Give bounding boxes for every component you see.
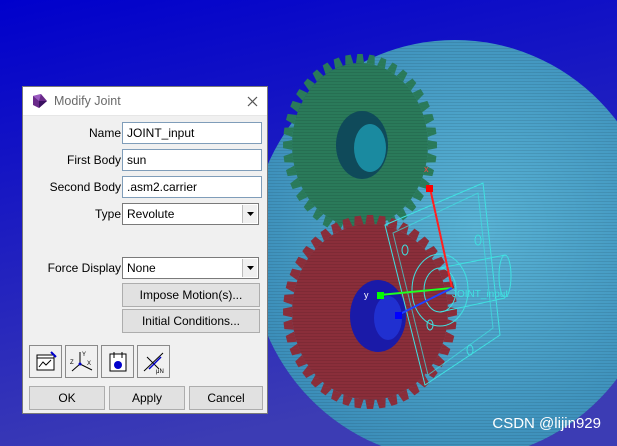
second-body-field[interactable] (122, 176, 262, 198)
type-row: Type Revolute (23, 203, 269, 225)
impose-motion-button[interactable]: Impose Motion(s)... (122, 283, 260, 307)
first-body-row: First Body (23, 149, 269, 171)
cancel-button[interactable]: Cancel (189, 386, 263, 410)
close-icon (247, 96, 257, 106)
coordinate-axes-icon: Y Z X (70, 351, 92, 371)
gear-tooth (355, 54, 365, 64)
dialog-title: Modify Joint (54, 94, 121, 108)
apply-button[interactable]: Apply (109, 386, 185, 410)
type-select-arrow[interactable] (242, 205, 257, 223)
friction-icon: μN (143, 352, 164, 375)
dialog-titlebar[interactable]: Modify Joint (23, 87, 267, 116)
force-display-value: None (127, 261, 156, 275)
upper-gear (283, 54, 437, 236)
gear-tooth (365, 215, 375, 225)
gear-tooth (365, 399, 375, 409)
ok-button[interactable]: OK (29, 386, 105, 410)
type-select-value: Revolute (127, 207, 175, 221)
name-row: Name (23, 122, 269, 144)
x-axis-label: x (424, 164, 429, 174)
type-label: Type (94, 207, 121, 221)
force-display-arrow[interactable] (242, 259, 257, 277)
chevron-down-icon (246, 266, 254, 270)
chevron-down-icon (246, 212, 254, 216)
app-logo-icon (33, 94, 47, 108)
force-display-label: Force Display (47, 261, 121, 275)
first-body-field[interactable] (122, 149, 262, 171)
force-display-row: Force Display None (23, 257, 269, 279)
first-body-label: First Body (66, 153, 121, 167)
coordinate-axes-button[interactable]: Y Z X (65, 345, 98, 378)
gear-tooth (427, 140, 437, 150)
modify-joint-dialog: Modify Joint Name First Body Second Body… (22, 86, 268, 414)
gear-tooth (283, 140, 293, 150)
joint-label: JOINT_input (452, 289, 508, 300)
svg-text:μN: μN (156, 369, 164, 375)
measure-icon (36, 350, 57, 370)
actuator-icon (109, 351, 126, 371)
watermark: CSDN @lijin929 (492, 415, 601, 432)
svg-text:Y: Y (82, 352, 86, 358)
friction-button[interactable]: μN (137, 345, 170, 378)
second-body-label: Second Body (49, 180, 121, 194)
svg-text:Z: Z (70, 360, 74, 366)
close-button[interactable] (243, 92, 261, 110)
force-display-select[interactable]: None (122, 257, 259, 279)
second-body-row: Second Body (23, 176, 269, 198)
measure-button[interactable] (29, 345, 62, 378)
svg-text:X: X (87, 361, 91, 367)
actuator-button[interactable] (101, 345, 134, 378)
name-label: Name (88, 126, 121, 140)
y-axis-label: y (364, 290, 369, 300)
type-select[interactable]: Revolute (122, 203, 259, 225)
name-field[interactable] (122, 122, 262, 144)
initial-conditions-button[interactable]: Initial Conditions... (122, 309, 260, 333)
